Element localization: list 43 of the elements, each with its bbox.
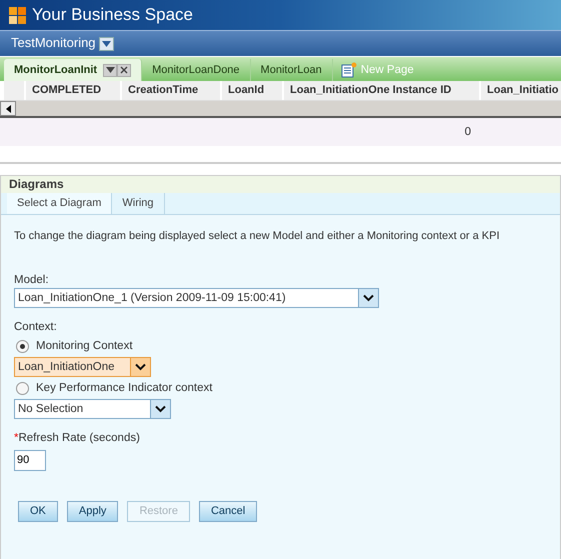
dialog-button: Restore	[127, 500, 190, 522]
panel-tab[interactable]: Select a Diagram	[7, 193, 112, 214]
caret-icon[interactable]	[106, 67, 115, 73]
left-arrow-icon[interactable]	[6, 104, 10, 112]
chevron-icon[interactable]	[155, 405, 166, 414]
space-name[interactable]: TestMonitoring	[11, 35, 96, 52]
description-text: To change the diagram being displayed select a new Model and either a Monitoring context or a KPI	[14, 229, 501, 244]
field-label: Refresh Rate (seconds)	[18, 431, 140, 446]
radio-label[interactable]: Key Performance Indicator context	[36, 381, 212, 396]
new-page-icon[interactable]	[340, 62, 357, 78]
dialog-button[interactable]: Apply	[66, 500, 118, 522]
field-label: Context:	[14, 320, 58, 336]
radio-button[interactable]	[16, 340, 29, 354]
caret-icon[interactable]	[102, 40, 111, 46]
logo-icon	[9, 6, 26, 24]
dropdown[interactable]: Loan_InitiationOne_1 (Version 2009-11-09 15:00:41)	[14, 288, 379, 308]
close-button[interactable]	[117, 64, 132, 76]
space-menu-button[interactable]	[98, 36, 114, 50]
column-header[interactable]: CreationTime	[122, 81, 220, 100]
dialog-button[interactable]: Cancel	[198, 500, 258, 522]
dropdown[interactable]: No Selection	[14, 399, 171, 420]
tab-menu-button[interactable]	[103, 64, 118, 76]
required-marker: *	[14, 431, 18, 446]
column-header[interactable]: Loan_Initiatio	[481, 81, 561, 100]
table-cell-text: 0	[464, 126, 472, 138]
dialog-button[interactable]: OK	[18, 500, 58, 522]
chevron-icon[interactable]	[135, 363, 146, 372]
chevron-icon[interactable]	[363, 294, 374, 302]
field-label: Model:	[14, 273, 50, 288]
close-icon[interactable]	[120, 66, 128, 74]
scrollbar[interactable]	[0, 101, 561, 118]
column-header[interactable]: LoanId	[222, 81, 282, 100]
page-tab[interactable]: MonitorLoanInit	[4, 59, 142, 81]
column-header[interactable]: COMPLETED	[26, 81, 120, 100]
radio-button[interactable]	[16, 382, 29, 396]
radio-label[interactable]: Monitoring Context	[36, 339, 133, 354]
panel-title: Diagrams	[1, 176, 560, 193]
header-corner-cell	[4, 81, 24, 100]
dropdown[interactable]: Loan_InitiationOne	[14, 357, 151, 378]
column-header[interactable]: Loan_InitiationOne Instance ID	[284, 81, 479, 100]
app-title: Your Business Space	[32, 4, 193, 26]
input-field[interactable]: 90	[14, 450, 46, 471]
panel-tab[interactable]: Wiring	[112, 193, 165, 214]
